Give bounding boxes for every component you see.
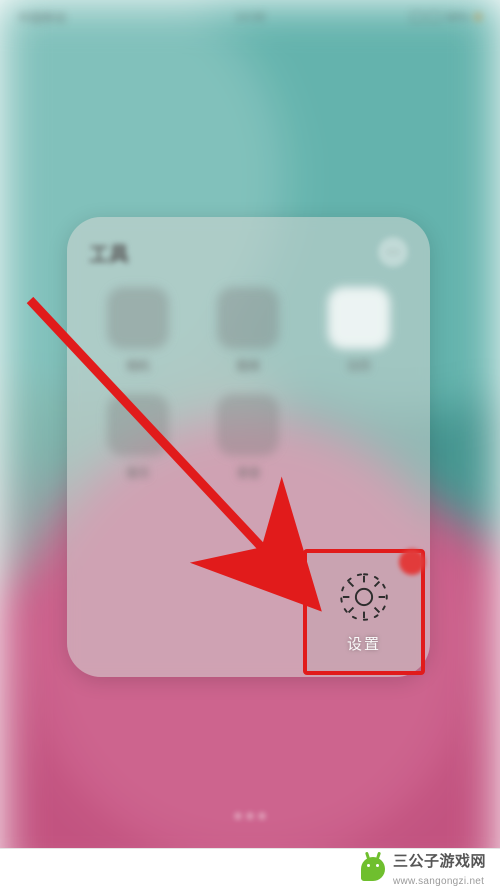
app-grid: 相机 图库 日历 音乐 录音 xyxy=(67,273,430,495)
app-label: 图库 xyxy=(236,357,260,374)
folder-title: 工具 xyxy=(89,238,129,267)
app-recorder[interactable]: 录音 xyxy=(197,394,299,481)
music-icon xyxy=(107,394,169,456)
recorder-icon xyxy=(217,394,279,456)
camera-icon xyxy=(107,287,169,349)
watermark-url: www.sangongzi.net xyxy=(393,876,484,887)
app-calendar[interactable]: 日历 xyxy=(308,287,410,374)
clock-label: 14:08 xyxy=(0,10,500,24)
app-label: 录音 xyxy=(236,464,260,481)
status-bar: 中国移动 14:08 58% xyxy=(0,0,500,34)
watermark-bar: 三公子游戏网 www.sangongzi.net xyxy=(0,848,500,889)
app-settings[interactable]: 设置 xyxy=(303,549,425,675)
page-indicator xyxy=(0,813,500,819)
notification-badge xyxy=(399,549,425,575)
app-label: 日历 xyxy=(347,357,371,374)
app-camera[interactable]: 相机 xyxy=(87,287,189,374)
more-icon xyxy=(386,245,400,259)
calendar-icon xyxy=(328,287,390,349)
android-icon xyxy=(361,857,385,881)
settings-label: 设置 xyxy=(347,633,381,654)
app-label: 相机 xyxy=(126,357,150,374)
app-gallery[interactable]: 图库 xyxy=(197,287,299,374)
gallery-icon xyxy=(217,287,279,349)
app-label: 音乐 xyxy=(126,464,150,481)
gear-icon xyxy=(338,571,390,623)
folder-menu-button[interactable] xyxy=(378,237,408,267)
watermark-title: 三公子游戏网 xyxy=(393,853,486,870)
app-music[interactable]: 音乐 xyxy=(87,394,189,481)
